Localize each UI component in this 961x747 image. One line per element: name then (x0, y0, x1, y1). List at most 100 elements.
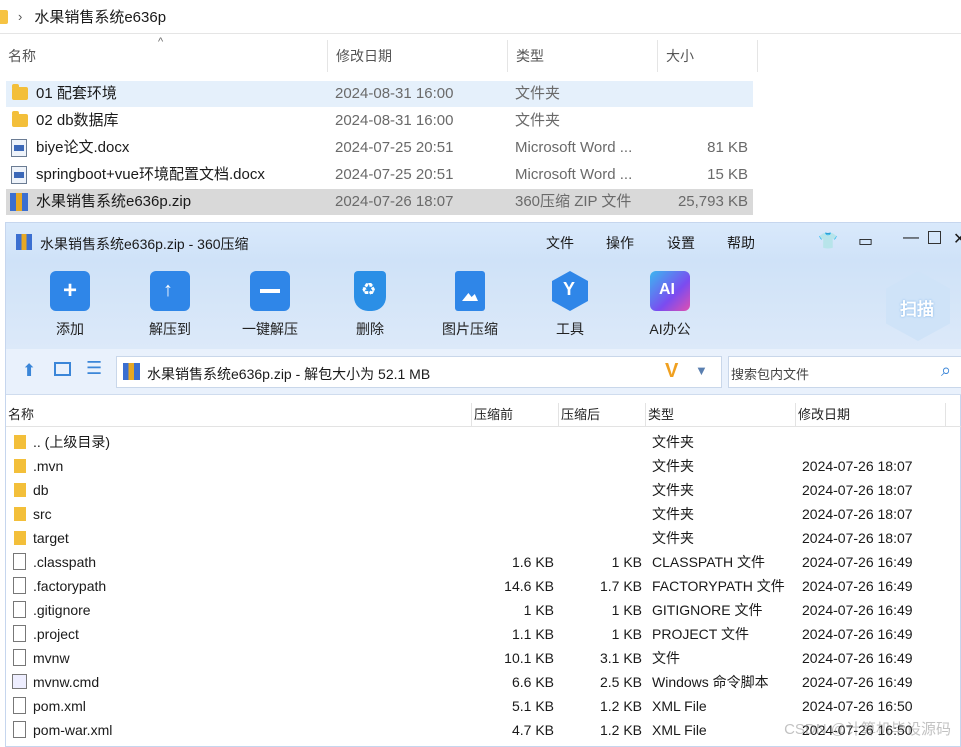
file-icon (13, 649, 26, 666)
archive-row[interactable]: .mvn 文件夹 2024-07-26 18:07 (6, 454, 961, 478)
entry-type: PROJECT 文件 (652, 626, 749, 642)
column-header-name[interactable]: 名称 (6, 403, 472, 427)
menu-help[interactable]: 帮助 (727, 233, 755, 253)
archive-row[interactable]: db 文件夹 2024-07-26 18:07 (6, 478, 961, 502)
file-row[interactable]: springboot+vue环境配置文档.docx 2024-07-25 20:5… (6, 162, 753, 188)
file-row[interactable]: biye论文.docx 2024-07-25 20:51 Microsoft Wor… (6, 135, 753, 161)
extract-to-icon: ↑ (150, 271, 190, 311)
menu-operate[interactable]: 操作 (606, 233, 634, 253)
address-path[interactable]: 水果销售系统e636p (34, 6, 166, 27)
title-bar[interactable]: 水果销售系统e636p.zip - 360压缩 文件 操作 设置 帮助 👕 ▭ … (6, 223, 961, 261)
entry-name: .. (上级目录) (33, 434, 110, 450)
entry-type: 文件夹 (652, 506, 694, 522)
entry-size-after: 3.1 KB (599, 650, 642, 666)
entry-date: 2024-07-26 16:50 (802, 698, 913, 714)
archive-row[interactable]: src 文件夹 2024-07-26 18:07 (6, 502, 961, 526)
archive-row[interactable]: target 文件夹 2024-07-26 18:07 (6, 526, 961, 550)
chevron-right-icon[interactable]: › (18, 9, 22, 24)
skin-shirt-icon[interactable]: 👕 (818, 231, 838, 251)
archive-row[interactable]: mvnw.cmd 6.6 KB 2.5 KB Windows 命令脚本 2024-07-… (6, 670, 961, 694)
file-icon (13, 577, 26, 594)
file-row[interactable]: 01 配套环境 2024-08-31 16:00 文件夹 (6, 81, 753, 107)
entry-type: XML File (652, 722, 707, 738)
file-icon (13, 553, 26, 570)
ai-icon: AI (650, 271, 690, 311)
entry-date: 2024-07-26 18:07 (802, 530, 913, 546)
column-header-date[interactable]: 修改日期 (328, 40, 508, 72)
column-header-size[interactable]: 大小 (658, 40, 758, 72)
search-input[interactable]: 搜索包内文件 (731, 364, 809, 383)
tools-label: 工具 (556, 321, 584, 337)
address-bar[interactable]: › 水果销售系统e636p (0, 0, 961, 34)
entry-date: 2024-07-26 18:07 (802, 458, 913, 474)
scan-button[interactable]: 扫描 (886, 271, 950, 341)
maximize-icon[interactable] (928, 231, 941, 244)
entry-date: 2024-07-26 18:07 (802, 482, 913, 498)
entry-size-before: 6.6 KB (511, 674, 554, 690)
archive-path-text: 水果销售系统e636p.zip - 解包大小为 52.1 MB (147, 366, 431, 382)
entry-size-after: 1 KB (611, 602, 642, 618)
file-type: 360压缩 ZIP 文件 (515, 193, 632, 210)
close-icon[interactable]: ✕ (953, 229, 961, 249)
extract-to-button[interactable]: ↑ 解压到 (130, 271, 210, 339)
entry-type: 文件 (652, 650, 680, 666)
folder-icon (12, 111, 28, 127)
entry-size-before: 1.6 KB (511, 554, 554, 570)
add-button[interactable]: + 添加 (30, 271, 110, 339)
file-row[interactable]: 02 db数据库 2024-08-31 16:00 文件夹 (6, 108, 753, 134)
column-header-type[interactable]: 类型 (508, 40, 658, 72)
image-compress-button[interactable]: 图片压缩 (430, 271, 510, 339)
file-name: 02 db数据库 (36, 112, 119, 129)
column-header-before[interactable]: 压缩前 (472, 403, 559, 427)
file-date: 2024-08-31 16:00 (335, 85, 454, 102)
explorer-column-header: 名称 修改日期 类型 大小 (0, 40, 961, 72)
file-name: biye论文.docx (36, 139, 130, 156)
archive-path-box[interactable]: 水果销售系统e636p.zip - 解包大小为 52.1 MB V ▼ (116, 356, 722, 388)
feedback-icon[interactable]: ▭ (858, 231, 873, 251)
v-logo-icon[interactable]: V (665, 360, 678, 383)
file-row[interactable]: 水果销售系统e636p.zip 2024-07-26 18:07 360压缩 ZIP… (6, 189, 753, 215)
entry-size-after: 2.5 KB (599, 674, 642, 690)
entry-date: 2024-07-26 16:49 (802, 674, 913, 690)
column-header-after[interactable]: 压缩后 (559, 403, 646, 427)
file-date: 2024-07-26 18:07 (335, 193, 454, 210)
menu-file[interactable]: 文件 (546, 233, 574, 253)
archive-column-header: 名称 压缩前 压缩后 类型 修改日期 (6, 403, 961, 427)
file-size: 15 KB (707, 166, 748, 183)
archive-row[interactable]: .project 1.1 KB 1 KB PROJECT 文件 2024-07-26 1… (6, 622, 961, 646)
entry-size-before: 1.1 KB (511, 626, 554, 642)
archive-row[interactable]: mvnw 10.1 KB 3.1 KB 文件 2024-07-26 16:49 (6, 646, 961, 670)
delete-button[interactable]: ♻ 删除 (330, 271, 410, 339)
folder-icon (14, 531, 26, 545)
file-name: 水果销售系统e636p.zip (36, 193, 192, 210)
entry-name: target (33, 530, 69, 546)
word-doc-icon (11, 139, 27, 157)
archive-row[interactable]: .factorypath 14.6 KB 1.7 KB FACTORYPATH 文件 2… (6, 574, 961, 598)
tools-button[interactable]: Y 工具 (530, 271, 610, 339)
entry-type: GITIGNORE 文件 (652, 602, 763, 618)
list-view-icon[interactable]: ☰ (86, 358, 102, 379)
archive-row[interactable]: .classpath 1.6 KB 1 KB CLASSPATH 文件 2024-07-… (6, 550, 961, 574)
dropdown-chevron-icon[interactable]: ▼ (695, 363, 708, 378)
archive-row[interactable]: .. (上级目录) 文件夹 (6, 430, 961, 454)
column-header-date[interactable]: 修改日期 (796, 403, 946, 427)
entry-size-before: 14.6 KB (504, 578, 554, 594)
search-icon[interactable]: ⌕ (941, 360, 951, 381)
zip-window: 水果销售系统e636p.zip - 360压缩 文件 操作 设置 帮助 👕 ▭ … (5, 222, 961, 747)
image-compress-label: 图片压缩 (442, 321, 498, 337)
entry-name: .factorypath (33, 578, 107, 594)
menu-settings[interactable]: 设置 (667, 233, 695, 253)
minimize-icon[interactable]: — (903, 229, 919, 247)
thumbnail-view-icon[interactable] (54, 362, 71, 376)
entry-size-after: 1 KB (611, 554, 642, 570)
up-arrow-icon[interactable]: ⬆ (22, 361, 36, 381)
one-click-extract-button[interactable]: 一键解压 (230, 271, 310, 339)
archive-row[interactable]: .gitignore 1 KB 1 KB GITIGNORE 文件 2024-07-26… (6, 598, 961, 622)
entry-date: 2024-07-26 16:49 (802, 578, 913, 594)
column-header-type[interactable]: 类型 (646, 403, 796, 427)
column-header-name[interactable]: 名称 (0, 40, 328, 72)
archive-row[interactable]: pom.xml 5.1 KB 1.2 KB XML File 2024-07-26 16… (6, 694, 961, 718)
ai-office-button[interactable]: AI AI办公 (630, 271, 710, 339)
file-size: 81 KB (707, 139, 748, 156)
search-box[interactable]: 搜索包内文件 ⌕ (728, 356, 961, 388)
